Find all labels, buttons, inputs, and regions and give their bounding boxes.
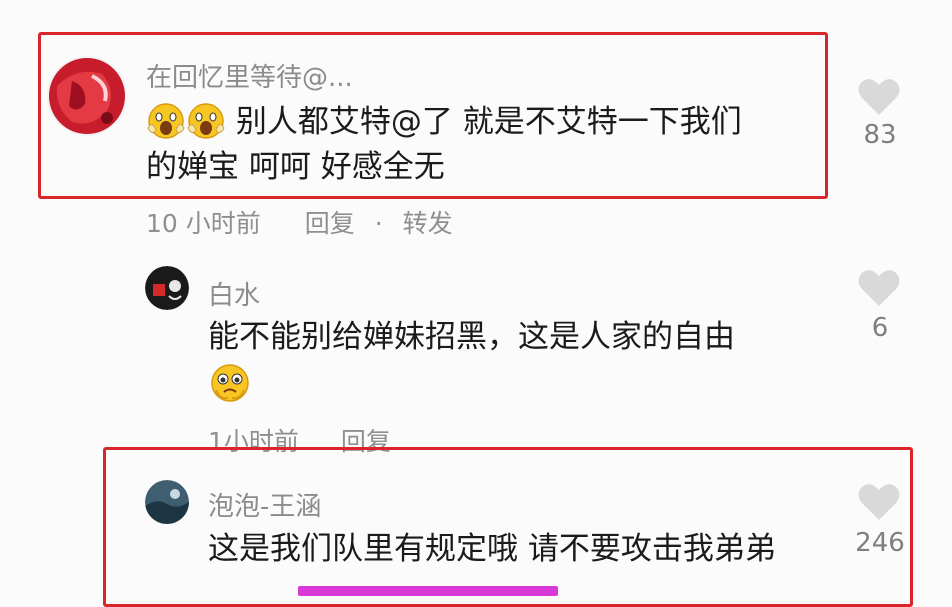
- avatar[interactable]: [47, 56, 127, 136]
- comment-username[interactable]: 白水: [208, 275, 260, 312]
- comment-text-line-1: 别人都艾特@了 就是不艾特一下我们: [235, 104, 742, 140]
- avatar[interactable]: [145, 266, 189, 310]
- like-count: 83: [863, 120, 897, 150]
- comment-text-line-2: 的婵宝 呵呵 好感全无: [146, 149, 445, 185]
- comment-screen: { "colors": { "highlight": "#d8262b", "a…: [0, 0, 952, 607]
- like-count: 246: [855, 528, 905, 558]
- highlight-underline: [298, 586, 558, 596]
- heart-icon[interactable]: [857, 77, 901, 117]
- reply-button[interactable]: 回复: [305, 209, 355, 238]
- comment-text: 能不能别给婵妹招黑，这是人家的自由: [208, 319, 735, 355]
- screaming-face-icon: [146, 100, 186, 140]
- pleading-face-icon: [208, 360, 252, 408]
- comment-username[interactable]: 泡泡-王涵: [208, 486, 321, 523]
- comment-meta: 10 小时前 回复 · 转发: [146, 204, 453, 240]
- comment-text: 别人都艾特@了 就是不艾特一下我们: [146, 100, 742, 144]
- separator-dot: ·: [374, 209, 383, 238]
- heart-icon[interactable]: [857, 482, 901, 522]
- timestamp: 10 小时前: [146, 209, 261, 238]
- avatar[interactable]: [145, 480, 189, 524]
- comment-username[interactable]: 在回忆里等待@...: [146, 57, 353, 94]
- comment-text: 这是我们队里有规定哦 请不要攻击我弟弟: [208, 531, 776, 567]
- like-count: 6: [871, 313, 889, 343]
- screaming-face-icon: [186, 100, 226, 140]
- share-button[interactable]: 转发: [403, 209, 453, 238]
- heart-icon[interactable]: [857, 268, 901, 308]
